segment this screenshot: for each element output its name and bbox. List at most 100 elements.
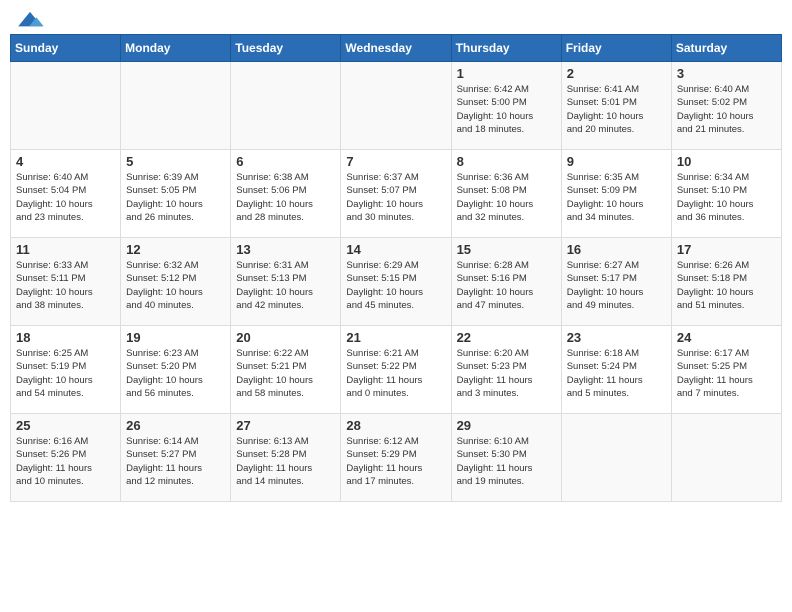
calendar-cell: 14 Sunrise: 6:29 AM Sunset: 5:15 PM Dayli… bbox=[341, 238, 451, 326]
cell-info-text: Sunrise: 6:26 AM Sunset: 5:18 PM Dayligh… bbox=[677, 259, 776, 312]
cell-day-number: 20 bbox=[236, 330, 335, 345]
cell-day-number: 3 bbox=[677, 66, 776, 81]
calendar-cell: 10 Sunrise: 6:34 AM Sunset: 5:10 PM Dayli… bbox=[671, 150, 781, 238]
calendar-cell: 7 Sunrise: 6:37 AM Sunset: 5:07 PM Daylig… bbox=[341, 150, 451, 238]
cell-info-text: Sunrise: 6:17 AM Sunset: 5:25 PM Dayligh… bbox=[677, 347, 776, 400]
cell-info-text: Sunrise: 6:27 AM Sunset: 5:17 PM Dayligh… bbox=[567, 259, 666, 312]
cell-info-text: Sunrise: 6:18 AM Sunset: 5:24 PM Dayligh… bbox=[567, 347, 666, 400]
cell-info-text: Sunrise: 6:31 AM Sunset: 5:13 PM Dayligh… bbox=[236, 259, 335, 312]
cell-info-text: Sunrise: 6:21 AM Sunset: 5:22 PM Dayligh… bbox=[346, 347, 445, 400]
calendar-week-row: 25 Sunrise: 6:16 AM Sunset: 5:26 PM Dayli… bbox=[11, 414, 782, 502]
cell-info-text: Sunrise: 6:40 AM Sunset: 5:04 PM Dayligh… bbox=[16, 171, 115, 224]
cell-day-number: 11 bbox=[16, 242, 115, 257]
calendar-cell: 16 Sunrise: 6:27 AM Sunset: 5:17 PM Dayli… bbox=[561, 238, 671, 326]
cell-day-number: 18 bbox=[16, 330, 115, 345]
cell-day-number: 23 bbox=[567, 330, 666, 345]
cell-day-number: 27 bbox=[236, 418, 335, 433]
cell-day-number: 16 bbox=[567, 242, 666, 257]
header-day-saturday: Saturday bbox=[671, 35, 781, 62]
cell-info-text: Sunrise: 6:40 AM Sunset: 5:02 PM Dayligh… bbox=[677, 83, 776, 136]
cell-info-text: Sunrise: 6:23 AM Sunset: 5:20 PM Dayligh… bbox=[126, 347, 225, 400]
cell-info-text: Sunrise: 6:37 AM Sunset: 5:07 PM Dayligh… bbox=[346, 171, 445, 224]
calendar-cell bbox=[231, 62, 341, 150]
cell-day-number: 7 bbox=[346, 154, 445, 169]
calendar-cell: 11 Sunrise: 6:33 AM Sunset: 5:11 PM Dayli… bbox=[11, 238, 121, 326]
calendar-cell: 22 Sunrise: 6:20 AM Sunset: 5:23 PM Dayli… bbox=[451, 326, 561, 414]
calendar-week-row: 4 Sunrise: 6:40 AM Sunset: 5:04 PM Daylig… bbox=[11, 150, 782, 238]
calendar-cell: 6 Sunrise: 6:38 AM Sunset: 5:06 PM Daylig… bbox=[231, 150, 341, 238]
calendar-cell: 3 Sunrise: 6:40 AM Sunset: 5:02 PM Daylig… bbox=[671, 62, 781, 150]
cell-info-text: Sunrise: 6:20 AM Sunset: 5:23 PM Dayligh… bbox=[457, 347, 556, 400]
cell-day-number: 26 bbox=[126, 418, 225, 433]
cell-info-text: Sunrise: 6:39 AM Sunset: 5:05 PM Dayligh… bbox=[126, 171, 225, 224]
calendar-week-row: 11 Sunrise: 6:33 AM Sunset: 5:11 PM Dayli… bbox=[11, 238, 782, 326]
calendar-table: SundayMondayTuesdayWednesdayThursdayFrid… bbox=[10, 34, 782, 502]
cell-info-text: Sunrise: 6:22 AM Sunset: 5:21 PM Dayligh… bbox=[236, 347, 335, 400]
cell-day-number: 10 bbox=[677, 154, 776, 169]
cell-day-number: 13 bbox=[236, 242, 335, 257]
cell-day-number: 9 bbox=[567, 154, 666, 169]
header-day-tuesday: Tuesday bbox=[231, 35, 341, 62]
cell-day-number: 5 bbox=[126, 154, 225, 169]
cell-info-text: Sunrise: 6:36 AM Sunset: 5:08 PM Dayligh… bbox=[457, 171, 556, 224]
cell-day-number: 25 bbox=[16, 418, 115, 433]
cell-day-number: 24 bbox=[677, 330, 776, 345]
calendar-cell: 4 Sunrise: 6:40 AM Sunset: 5:04 PM Daylig… bbox=[11, 150, 121, 238]
cell-info-text: Sunrise: 6:16 AM Sunset: 5:26 PM Dayligh… bbox=[16, 435, 115, 488]
logo bbox=[14, 10, 44, 26]
header bbox=[10, 10, 782, 26]
calendar-cell: 18 Sunrise: 6:25 AM Sunset: 5:19 PM Dayli… bbox=[11, 326, 121, 414]
calendar-cell: 27 Sunrise: 6:13 AM Sunset: 5:28 PM Dayli… bbox=[231, 414, 341, 502]
cell-info-text: Sunrise: 6:32 AM Sunset: 5:12 PM Dayligh… bbox=[126, 259, 225, 312]
cell-info-text: Sunrise: 6:10 AM Sunset: 5:30 PM Dayligh… bbox=[457, 435, 556, 488]
calendar-cell: 24 Sunrise: 6:17 AM Sunset: 5:25 PM Dayli… bbox=[671, 326, 781, 414]
cell-day-number: 22 bbox=[457, 330, 556, 345]
cell-day-number: 15 bbox=[457, 242, 556, 257]
header-day-monday: Monday bbox=[121, 35, 231, 62]
cell-day-number: 4 bbox=[16, 154, 115, 169]
calendar-cell: 8 Sunrise: 6:36 AM Sunset: 5:08 PM Daylig… bbox=[451, 150, 561, 238]
header-day-thursday: Thursday bbox=[451, 35, 561, 62]
cell-info-text: Sunrise: 6:33 AM Sunset: 5:11 PM Dayligh… bbox=[16, 259, 115, 312]
calendar-week-row: 1 Sunrise: 6:42 AM Sunset: 5:00 PM Daylig… bbox=[11, 62, 782, 150]
cell-info-text: Sunrise: 6:12 AM Sunset: 5:29 PM Dayligh… bbox=[346, 435, 445, 488]
calendar-cell bbox=[121, 62, 231, 150]
calendar-week-row: 18 Sunrise: 6:25 AM Sunset: 5:19 PM Dayli… bbox=[11, 326, 782, 414]
cell-day-number: 19 bbox=[126, 330, 225, 345]
calendar-cell: 2 Sunrise: 6:41 AM Sunset: 5:01 PM Daylig… bbox=[561, 62, 671, 150]
cell-day-number: 14 bbox=[346, 242, 445, 257]
calendar-cell bbox=[561, 414, 671, 502]
calendar-cell: 26 Sunrise: 6:14 AM Sunset: 5:27 PM Dayli… bbox=[121, 414, 231, 502]
cell-info-text: Sunrise: 6:41 AM Sunset: 5:01 PM Dayligh… bbox=[567, 83, 666, 136]
calendar-cell: 9 Sunrise: 6:35 AM Sunset: 5:09 PM Daylig… bbox=[561, 150, 671, 238]
cell-day-number: 17 bbox=[677, 242, 776, 257]
logo-icon bbox=[16, 10, 44, 30]
cell-info-text: Sunrise: 6:13 AM Sunset: 5:28 PM Dayligh… bbox=[236, 435, 335, 488]
calendar-cell: 29Sunrise: 6:10 AM Sunset: 5:30 PM Dayli… bbox=[451, 414, 561, 502]
header-day-wednesday: Wednesday bbox=[341, 35, 451, 62]
cell-info-text: Sunrise: 6:25 AM Sunset: 5:19 PM Dayligh… bbox=[16, 347, 115, 400]
cell-day-number: 6 bbox=[236, 154, 335, 169]
cell-day-number: 1 bbox=[457, 66, 556, 81]
calendar-cell: 5 Sunrise: 6:39 AM Sunset: 5:05 PM Daylig… bbox=[121, 150, 231, 238]
calendar-cell: 23 Sunrise: 6:18 AM Sunset: 5:24 PM Dayli… bbox=[561, 326, 671, 414]
calendar-cell: 15Sunrise: 6:28 AM Sunset: 5:16 PM Dayli… bbox=[451, 238, 561, 326]
calendar-cell bbox=[341, 62, 451, 150]
cell-day-number: 2 bbox=[567, 66, 666, 81]
calendar-cell: 17 Sunrise: 6:26 AM Sunset: 5:18 PM Dayli… bbox=[671, 238, 781, 326]
cell-info-text: Sunrise: 6:42 AM Sunset: 5:00 PM Dayligh… bbox=[457, 83, 556, 136]
cell-info-text: Sunrise: 6:38 AM Sunset: 5:06 PM Dayligh… bbox=[236, 171, 335, 224]
cell-info-text: Sunrise: 6:29 AM Sunset: 5:15 PM Dayligh… bbox=[346, 259, 445, 312]
header-day-sunday: Sunday bbox=[11, 35, 121, 62]
cell-info-text: Sunrise: 6:14 AM Sunset: 5:27 PM Dayligh… bbox=[126, 435, 225, 488]
cell-info-text: Sunrise: 6:35 AM Sunset: 5:09 PM Dayligh… bbox=[567, 171, 666, 224]
cell-info-text: Sunrise: 6:34 AM Sunset: 5:10 PM Dayligh… bbox=[677, 171, 776, 224]
cell-day-number: 28 bbox=[346, 418, 445, 433]
calendar-cell: 28 Sunrise: 6:12 AM Sunset: 5:29 PM Dayli… bbox=[341, 414, 451, 502]
calendar-cell: 12Sunrise: 6:32 AM Sunset: 5:12 PM Dayli… bbox=[121, 238, 231, 326]
calendar-cell: 13 Sunrise: 6:31 AM Sunset: 5:13 PM Dayli… bbox=[231, 238, 341, 326]
calendar-cell: 21Sunrise: 6:21 AM Sunset: 5:22 PM Dayli… bbox=[341, 326, 451, 414]
calendar-cell bbox=[11, 62, 121, 150]
calendar-cell: 20 Sunrise: 6:22 AM Sunset: 5:21 PM Dayli… bbox=[231, 326, 341, 414]
cell-day-number: 8 bbox=[457, 154, 556, 169]
